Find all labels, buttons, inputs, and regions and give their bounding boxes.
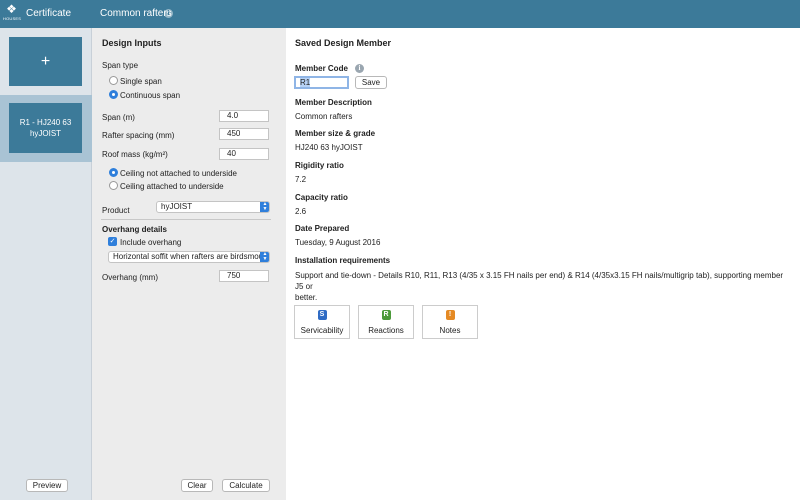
title-bar: ❖ HOUSES Certificate Common rafters i — [0, 0, 800, 28]
reactions-label: Reactions — [368, 326, 404, 335]
include-overhang-label[interactable]: Include overhang — [120, 238, 181, 247]
reactions-icon: R — [381, 310, 391, 320]
installation-line-1: Support and tie-down - Details R10, R11,… — [295, 271, 784, 291]
rigidity-ratio-value: 7.2 — [295, 175, 307, 184]
reactions-button[interactable]: R Reactions — [358, 305, 414, 339]
design-inputs-panel: Design Inputs Span type Single span Cont… — [92, 28, 286, 500]
installation-requirements-label: Installation requirements — [295, 256, 391, 265]
span-label: Span (m) — [102, 113, 135, 122]
include-overhang-checkbox[interactable]: ✓ — [108, 237, 117, 246]
product-label: Product — [102, 206, 130, 215]
installation-requirements-value: Support and tie-down - Details R10, R11,… — [295, 270, 785, 303]
add-member-button[interactable]: + — [9, 37, 82, 86]
save-button[interactable]: Save — [355, 76, 387, 89]
member-description-value: Common rafters — [295, 112, 353, 121]
notes-icon: ! — [445, 310, 455, 320]
member-list-item-selected[interactable]: R1 - HJ240 63 hyJOIST — [0, 95, 92, 162]
rigidity-ratio-label: Rigidity ratio — [295, 161, 344, 170]
capacity-ratio-label: Capacity ratio — [295, 193, 348, 202]
clear-button[interactable]: Clear — [181, 479, 213, 492]
member-code-label: Member Code — [295, 64, 348, 73]
date-prepared-value: Tuesday, 9 August 2016 — [295, 238, 381, 247]
saved-member-title: Saved Design Member — [295, 38, 392, 48]
notes-label: Notes — [439, 326, 461, 335]
span-input[interactable]: 4.0 — [219, 110, 269, 122]
member-tile-line1: R1 - HJ240 63 — [19, 118, 72, 127]
preview-button[interactable]: Preview — [26, 479, 68, 492]
servicability-label: Servicability — [300, 326, 344, 335]
servicability-icon: S — [317, 310, 327, 320]
member-size-grade-label: Member size & grade — [295, 129, 376, 138]
member-sidebar: + R1 - HJ240 63 hyJOIST Preview — [0, 28, 92, 500]
single-span-label[interactable]: Single span — [120, 77, 162, 86]
span-type-label: Span type — [102, 61, 139, 70]
roof-mass-label: Roof mass (kg/m²) — [102, 150, 168, 159]
app-title: Certificate — [26, 8, 72, 19]
member-description-label: Member Description — [295, 98, 372, 107]
installation-line-2: better. — [295, 293, 318, 302]
capacity-ratio-value: 2.6 — [295, 207, 307, 216]
soffit-type-select[interactable]: Horizontal soffit when rafters are birds… — [108, 251, 270, 263]
member-code-input[interactable]: R1 — [294, 76, 349, 89]
info-icon[interactable]: i — [164, 9, 173, 18]
ceiling-attached-label[interactable]: Ceiling attached to underside — [120, 182, 224, 191]
house-logo-icon: ❖ — [6, 2, 17, 16]
overhang-details-title: Overhang details — [102, 225, 167, 234]
select-arrows-icon: ▲ ▼ — [260, 202, 269, 212]
product-select[interactable]: hyJOIST ▲ ▼ — [156, 201, 270, 213]
product-select-value: hyJOIST — [161, 202, 193, 211]
ceiling-attached-radio[interactable] — [109, 181, 118, 190]
rafter-spacing-input[interactable]: 450 — [219, 128, 269, 140]
member-code-value: R1 — [300, 78, 311, 87]
section-divider — [101, 219, 271, 220]
date-prepared-label: Date Prepared — [295, 224, 350, 233]
roof-mass-input[interactable]: 40 — [219, 148, 269, 160]
calculate-button[interactable]: Calculate — [222, 479, 270, 492]
page-title: Common rafters — [100, 8, 172, 19]
single-span-radio[interactable] — [109, 76, 118, 85]
overhang-length-input[interactable]: 750 — [219, 270, 269, 282]
saved-design-member-panel: Saved Design Member Member Code i R1 Sav… — [286, 28, 800, 500]
ceiling-not-attached-radio[interactable] — [109, 168, 118, 177]
design-inputs-title: Design Inputs — [102, 38, 162, 48]
continuous-span-label[interactable]: Continuous span — [120, 91, 180, 100]
member-size-grade-value: HJ240 63 hyJOIST — [295, 143, 363, 152]
member-tile[interactable]: R1 - HJ240 63 hyJOIST — [9, 103, 82, 153]
member-tile-line2: hyJOIST — [29, 129, 62, 138]
logo-text: HOUSES — [3, 16, 22, 21]
continuous-span-radio[interactable] — [109, 90, 118, 99]
soffit-type-value: Horizontal soffit when rafters are birds… — [113, 252, 270, 261]
select-arrows-icon: ▲ ▼ — [260, 252, 269, 262]
overhang-length-label: Overhang (mm) — [102, 273, 159, 282]
servicability-button[interactable]: S Servicability — [294, 305, 350, 339]
notes-button[interactable]: ! Notes — [422, 305, 478, 339]
info-icon[interactable]: i — [355, 64, 364, 73]
app-logo: ❖ HOUSES — [3, 2, 22, 25]
ceiling-not-attached-label[interactable]: Ceiling not attached to underside — [120, 169, 237, 178]
rafter-spacing-label: Rafter spacing (mm) — [102, 131, 175, 140]
